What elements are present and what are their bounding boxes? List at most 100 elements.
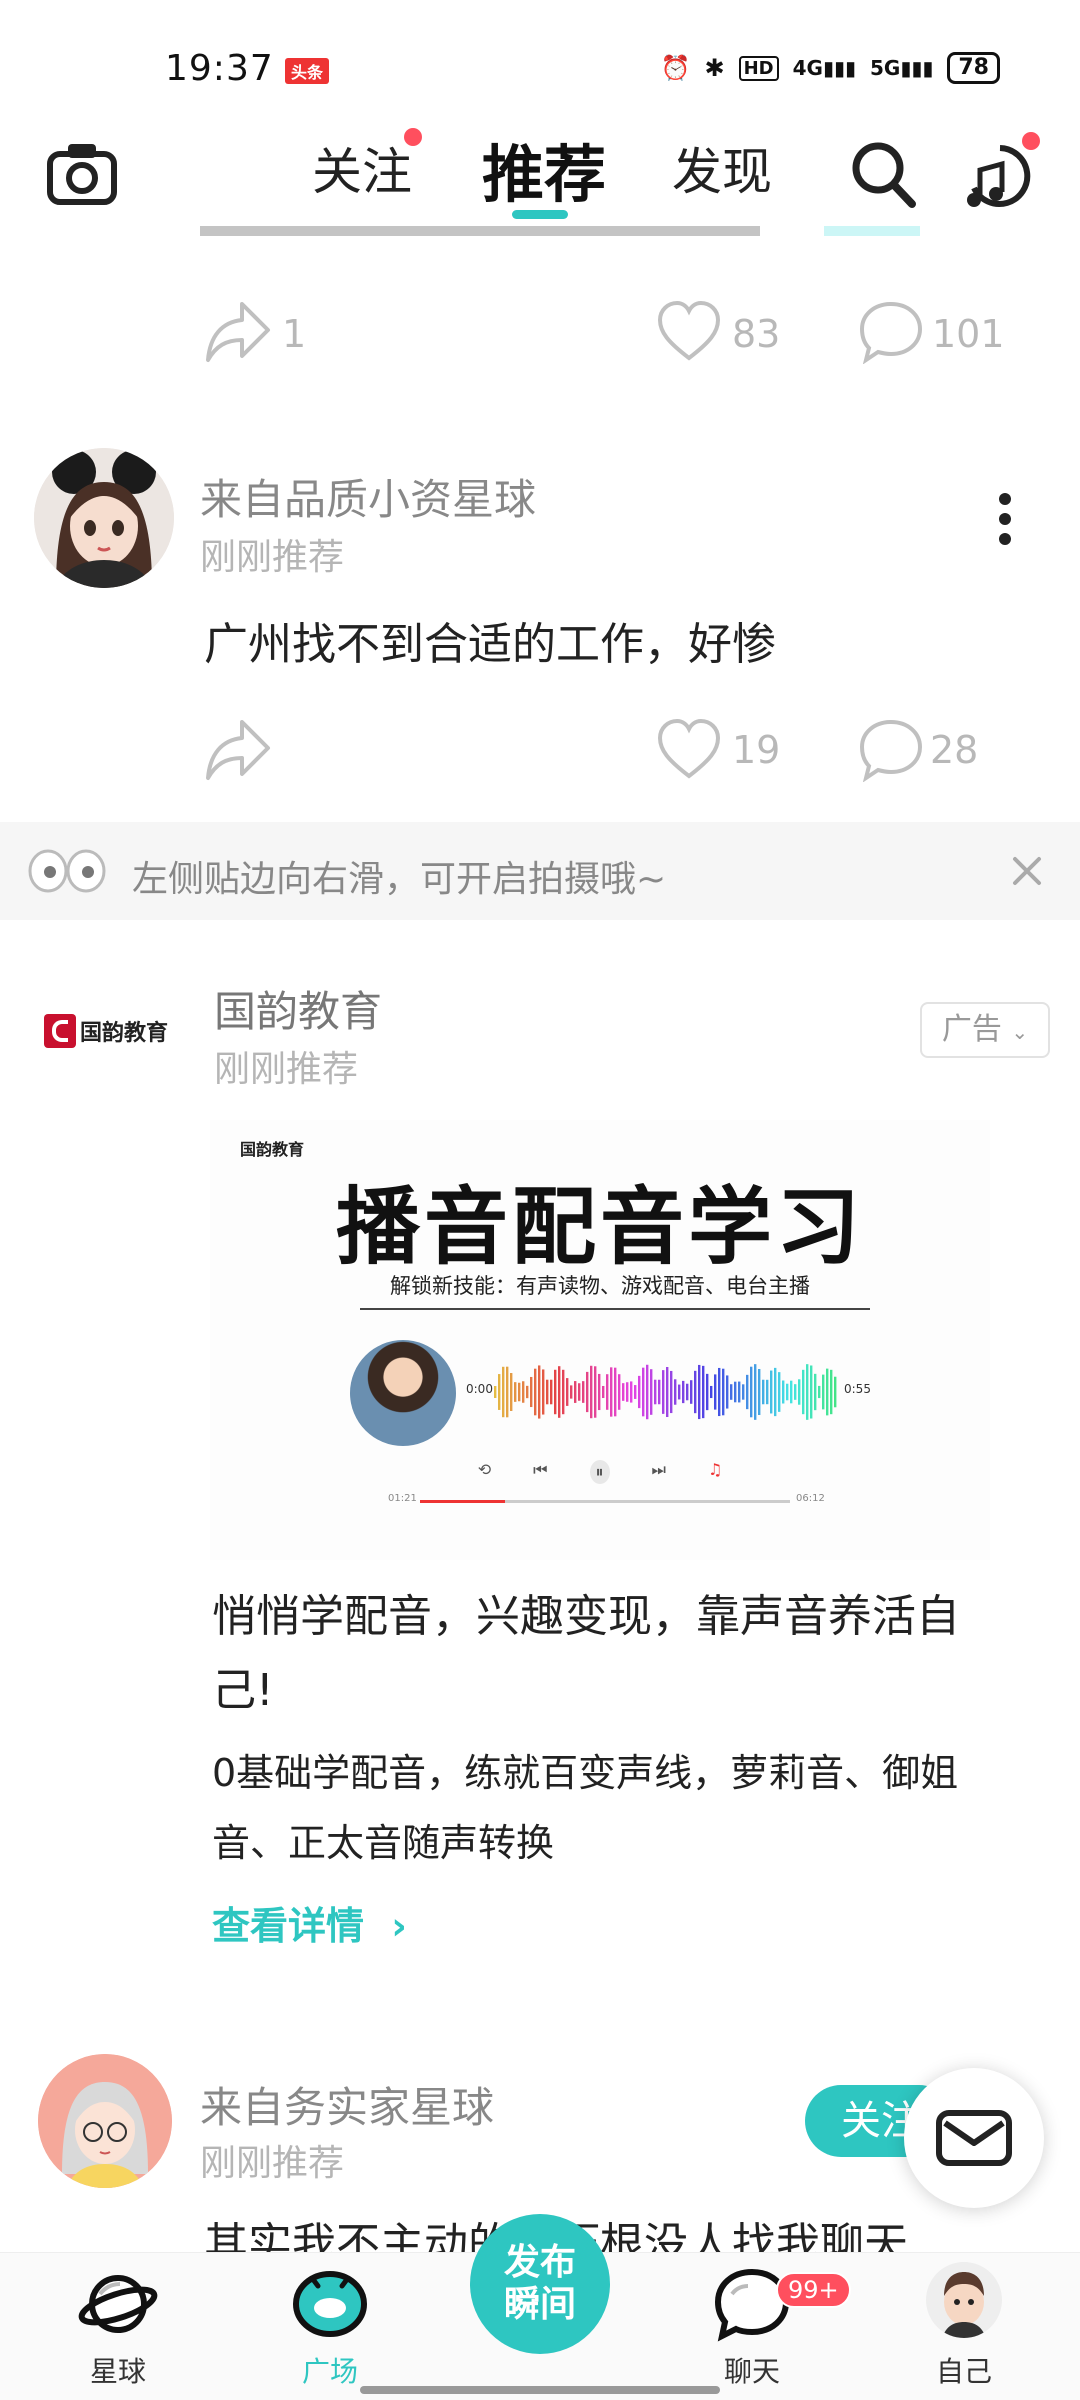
wave-bar [590, 1365, 593, 1419]
publish-line1: 发布 [503, 2242, 576, 2283]
wave-bar [558, 1366, 561, 1418]
wave-bar [682, 1380, 685, 1404]
next-icon: ⏭ [651, 1460, 666, 1479]
view-details-label: 查看详情 [212, 1904, 365, 1948]
chevron-down-icon: ⌄ [1011, 1020, 1029, 1044]
close-icon[interactable] [1012, 856, 1042, 890]
wave-bar [506, 1366, 509, 1418]
post-text[interactable]: 广州找不到合适的工作，好惨 [204, 608, 776, 672]
wave-bar [810, 1365, 813, 1419]
like-icon[interactable] [656, 718, 722, 784]
wave-bar [522, 1381, 525, 1403]
wave-bar [694, 1370, 697, 1414]
avatar[interactable] [34, 448, 174, 588]
planet-icon[interactable] [78, 2266, 158, 2346]
signal-4g-icon: 4G▮▮▮ [792, 56, 856, 80]
wave-bar [518, 1382, 521, 1402]
wave-bar [538, 1365, 541, 1419]
wave-bar [714, 1374, 717, 1410]
ad-image-subline: 解锁新技能：有声读物、游戏配音、电台主播 [390, 1274, 810, 1298]
camera-icon[interactable] [46, 140, 118, 210]
ad-description[interactable]: 0基础学配音，练就百变声线，萝莉音、御姐音、正太音随声转换 [212, 1738, 992, 1878]
nav-label-square[interactable]: 广场 [260, 2350, 400, 2390]
comment-icon[interactable] [858, 300, 924, 368]
wave-bar [562, 1369, 565, 1415]
nav-label-chat[interactable]: 聊天 [682, 2350, 822, 2390]
ad-time: 刚刚推荐 [214, 1049, 359, 1090]
wave-bar [622, 1383, 625, 1401]
wave-bar [526, 1385, 529, 1399]
share-icon[interactable] [204, 298, 272, 368]
wave-bar [798, 1379, 801, 1405]
wave-bar [830, 1369, 833, 1415]
more-options-icon[interactable] [998, 492, 1012, 546]
wave-bar [530, 1376, 533, 1408]
avatar[interactable] [38, 2054, 172, 2188]
comment-count: 101 [932, 312, 1005, 356]
nav-label-me[interactable]: 自己 [894, 2350, 1034, 2390]
square-icon[interactable] [290, 2264, 370, 2344]
wave-bar [818, 1385, 821, 1399]
wave-bar [722, 1368, 725, 1416]
wave-bar [582, 1381, 585, 1403]
music-unread-dot [1022, 132, 1040, 150]
wave-bar [814, 1373, 817, 1411]
share-count: 1 [282, 312, 307, 356]
progress-time-end: 06:12 [796, 1493, 825, 1504]
view-details-link[interactable]: 查看详情 › [212, 1895, 407, 1950]
tab-follow[interactable]: 关注 [312, 132, 412, 204]
tab-recommend[interactable]: 推荐 [482, 124, 606, 214]
wave-bar [710, 1385, 713, 1399]
wave-bar [658, 1379, 661, 1405]
alarm-icon: ⏰ [660, 54, 691, 82]
wave-bar [510, 1373, 513, 1411]
comment-icon[interactable] [858, 718, 924, 786]
wave-bar [542, 1369, 545, 1415]
post-source[interactable]: 来自品质小资星球 [200, 466, 536, 527]
ad-tag-label: 广告 [941, 1012, 1002, 1047]
search-icon[interactable] [850, 140, 916, 214]
ad-tag-dropdown[interactable]: 广告 ⌄ [920, 1002, 1050, 1058]
wave-bar [730, 1384, 733, 1400]
music-icon[interactable] [960, 140, 1040, 214]
wave-bar [642, 1367, 645, 1417]
wave-bar [790, 1380, 793, 1404]
wave-bar [546, 1379, 549, 1405]
wave-bar [750, 1366, 753, 1418]
wave-bar [822, 1374, 825, 1410]
chevron-right-icon: › [391, 1904, 407, 1948]
ad-brand-logo[interactable]: 国韵教育 [44, 1012, 170, 1050]
ad-image[interactable]: 国韵教育 播音配音学习 解锁新技能：有声读物、游戏配音、电台主播 0:00 0:… [210, 1120, 990, 1560]
wave-bar [670, 1370, 673, 1414]
ad-title[interactable]: 悄悄学配音，兴趣变现，靠声音养活自己! [212, 1580, 992, 1728]
ad-brand-name[interactable]: 国韵教育 [214, 978, 382, 1039]
wave-bar [826, 1368, 829, 1416]
tab-discover[interactable]: 发现 [672, 132, 772, 204]
like-icon[interactable] [656, 300, 722, 366]
nav-label-planet[interactable]: 星球 [48, 2350, 188, 2390]
share-icon[interactable] [204, 716, 272, 786]
wave-bar [606, 1374, 609, 1410]
progress-time-start: 01:21 [388, 1493, 417, 1504]
like-count: 83 [732, 312, 781, 356]
wave-bar [718, 1367, 721, 1417]
post-source[interactable]: 来自务实家星球 [200, 2074, 494, 2135]
ad-image-divider [360, 1308, 870, 1310]
wave-bar [638, 1375, 641, 1409]
network2-label: 5G [870, 56, 901, 80]
wave-time-start: 0:00 [466, 1382, 493, 1396]
logo-text: 国韵教育 [80, 1021, 169, 1046]
publish-button[interactable]: 发布 瞬间 [470, 2214, 610, 2354]
wave-bar [646, 1364, 649, 1420]
wave-bar [666, 1366, 669, 1418]
wave-bar [498, 1374, 501, 1410]
profile-avatar[interactable] [926, 2262, 1002, 2338]
wave-bar [698, 1364, 701, 1420]
wave-bar [678, 1384, 681, 1400]
home-indicator[interactable] [360, 2386, 720, 2394]
floating-message-button[interactable] [904, 2068, 1044, 2208]
wave-time-end: 0:55 [844, 1382, 871, 1396]
notification-app-icon: 头条 [285, 58, 330, 84]
wave-bar [794, 1384, 797, 1400]
wave-bar [630, 1381, 633, 1403]
